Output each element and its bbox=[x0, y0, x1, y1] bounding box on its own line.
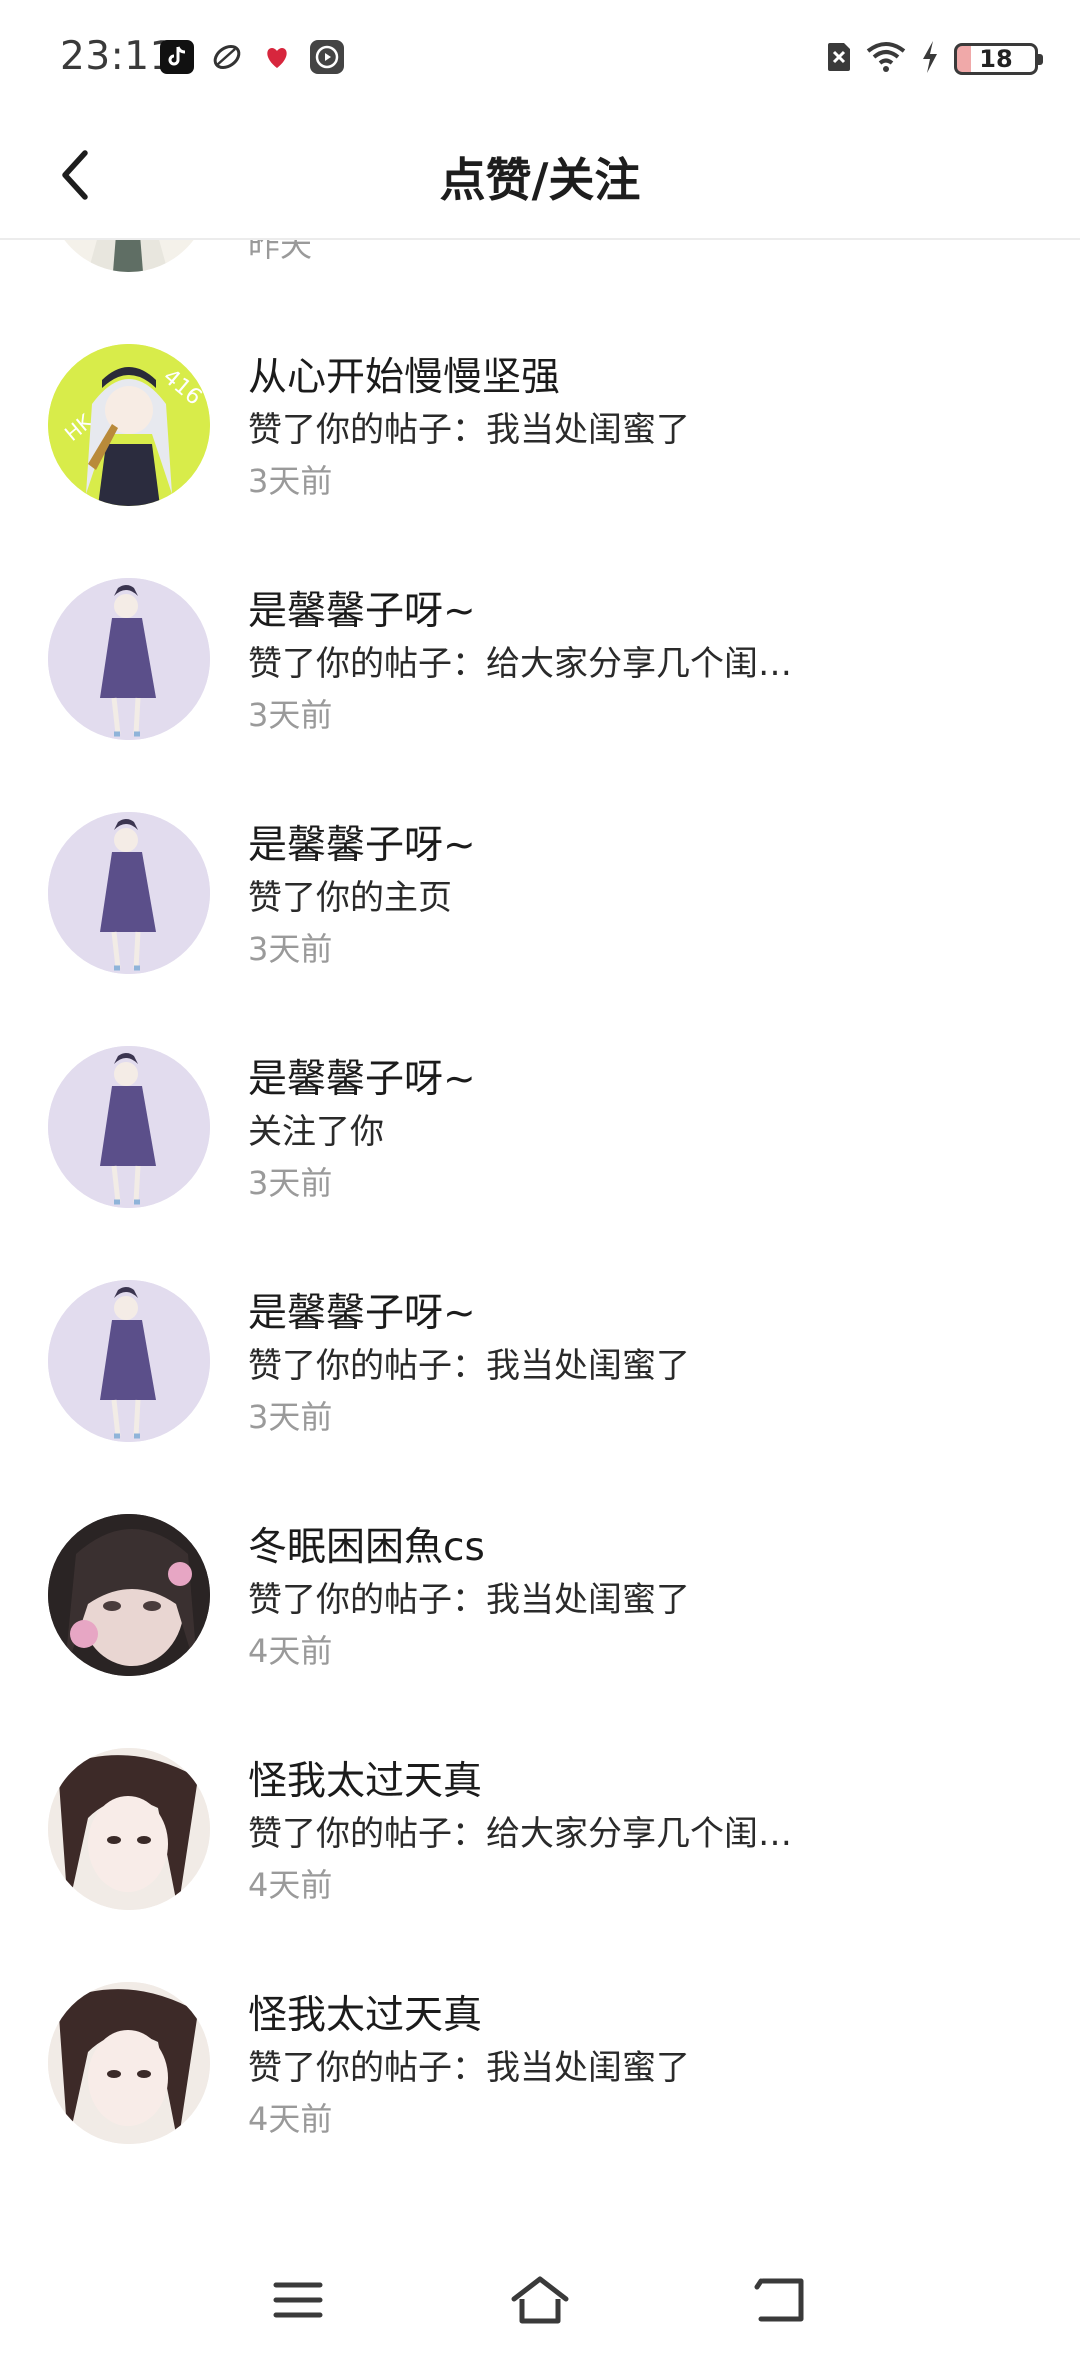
item-name[interactable]: 怪我太过天真 bbox=[248, 1750, 482, 1806]
item-name[interactable]: 冬眠困困魚cs bbox=[248, 1516, 485, 1572]
battery-level: 18 bbox=[979, 45, 1013, 73]
tiktok-icon bbox=[160, 40, 194, 74]
item-action: 关注了你 bbox=[248, 1112, 384, 1152]
item-time: 3天前 bbox=[248, 1398, 333, 1436]
menu-button[interactable] bbox=[258, 2260, 338, 2340]
sim-off-icon bbox=[826, 41, 852, 77]
back-icon bbox=[754, 2278, 804, 2322]
item-action: 赞了你的主页 bbox=[248, 878, 452, 918]
item-time: 4天前 bbox=[248, 2100, 333, 2138]
item-time: 3天前 bbox=[248, 930, 333, 968]
list-item-partial[interactable]: 昨天 bbox=[0, 240, 1080, 344]
item-name[interactable]: 是馨馨子呀~ bbox=[248, 1282, 476, 1338]
avatar[interactable] bbox=[48, 1280, 210, 1442]
list-item[interactable]: 是馨馨子呀~ 赞了你的帖子：给大家分享几个闺… 3天前 bbox=[0, 578, 1080, 812]
item-name[interactable]: 是馨馨子呀~ bbox=[248, 580, 476, 636]
avatar[interactable] bbox=[48, 1748, 210, 1910]
charging-icon bbox=[920, 40, 940, 78]
avatar[interactable] bbox=[48, 1046, 210, 1208]
item-time: 昨天 bbox=[248, 240, 313, 264]
avatar[interactable] bbox=[48, 812, 210, 974]
item-action: 赞了你的帖子：给大家分享几个闺… bbox=[248, 644, 792, 684]
notification-icons bbox=[160, 40, 344, 74]
wifi-icon bbox=[866, 41, 906, 77]
item-action: 赞了你的帖子：我当处闺蜜了 bbox=[248, 2048, 690, 2088]
item-action: 赞了你的帖子：我当处闺蜜了 bbox=[248, 410, 690, 450]
item-name[interactable]: 怪我太过天真 bbox=[248, 1984, 482, 2040]
item-name[interactable]: 从心开始慢慢坚强 bbox=[248, 346, 560, 402]
battery-icon: 18 bbox=[954, 43, 1043, 75]
avatar[interactable] bbox=[48, 1982, 210, 2144]
item-name[interactable]: 是馨馨子呀~ bbox=[248, 1048, 476, 1104]
item-action: 赞了你的帖子：给大家分享几个闺… bbox=[248, 1814, 792, 1854]
header: 点赞/关注 bbox=[0, 110, 1080, 240]
item-time: 4天前 bbox=[248, 1632, 333, 1670]
screen: 23:11 18 点赞/关注 昨天 HK 416 从心开始慢慢坚强 赞了你的帖子… bbox=[0, 0, 1080, 2376]
item-time: 3天前 bbox=[248, 696, 333, 734]
item-name[interactable]: 是馨馨子呀~ bbox=[248, 814, 476, 870]
list-item[interactable]: HK 416 从心开始慢慢坚强 赞了你的帖子：我当处闺蜜了 3天前 bbox=[0, 344, 1080, 578]
item-action: 赞了你的帖子：我当处闺蜜了 bbox=[248, 1346, 690, 1386]
home-button[interactable] bbox=[500, 2260, 580, 2340]
item-time: 3天前 bbox=[248, 462, 333, 500]
avatar[interactable] bbox=[48, 240, 210, 272]
avatar[interactable]: HK 416 bbox=[48, 344, 210, 506]
list-item[interactable]: 怪我太过天真 赞了你的帖子：给大家分享几个闺… 4天前 bbox=[0, 1748, 1080, 1982]
video-app-icon bbox=[310, 40, 344, 74]
list-item[interactable]: 是馨馨子呀~ 赞了你的主页 3天前 bbox=[0, 812, 1080, 1046]
menu-icon bbox=[273, 2282, 323, 2318]
status-bar: 23:11 18 bbox=[0, 0, 1080, 110]
list-item[interactable]: 怪我太过天真 赞了你的帖子：我当处闺蜜了 4天前 bbox=[0, 1982, 1080, 2216]
page-title: 点赞/关注 bbox=[439, 153, 641, 207]
avatar[interactable] bbox=[48, 578, 210, 740]
avatar[interactable] bbox=[48, 1514, 210, 1676]
back-nav-button[interactable] bbox=[740, 2260, 820, 2340]
item-action: 赞了你的帖子：我当处闺蜜了 bbox=[248, 1580, 690, 1620]
leaf-app-icon bbox=[210, 40, 244, 74]
list-item[interactable]: 是馨馨子呀~ 关注了你 3天前 bbox=[0, 1046, 1080, 1280]
home-icon bbox=[511, 2276, 569, 2324]
nav-bar bbox=[0, 2220, 1080, 2376]
status-right-icons: 18 bbox=[826, 40, 1043, 78]
red-app-icon bbox=[260, 40, 294, 74]
item-time: 3天前 bbox=[248, 1164, 333, 1202]
status-time: 23:11 bbox=[60, 34, 175, 79]
item-time: 4天前 bbox=[248, 1866, 333, 1904]
list-item[interactable]: 冬眠困困魚cs 赞了你的帖子：我当处闺蜜了 4天前 bbox=[0, 1514, 1080, 1748]
notification-list[interactable]: 昨天 HK 416 从心开始慢慢坚强 赞了你的帖子：我当处闺蜜了 3天前 是馨馨… bbox=[0, 240, 1080, 2220]
list-item[interactable]: 是馨馨子呀~ 赞了你的帖子：我当处闺蜜了 3天前 bbox=[0, 1280, 1080, 1514]
